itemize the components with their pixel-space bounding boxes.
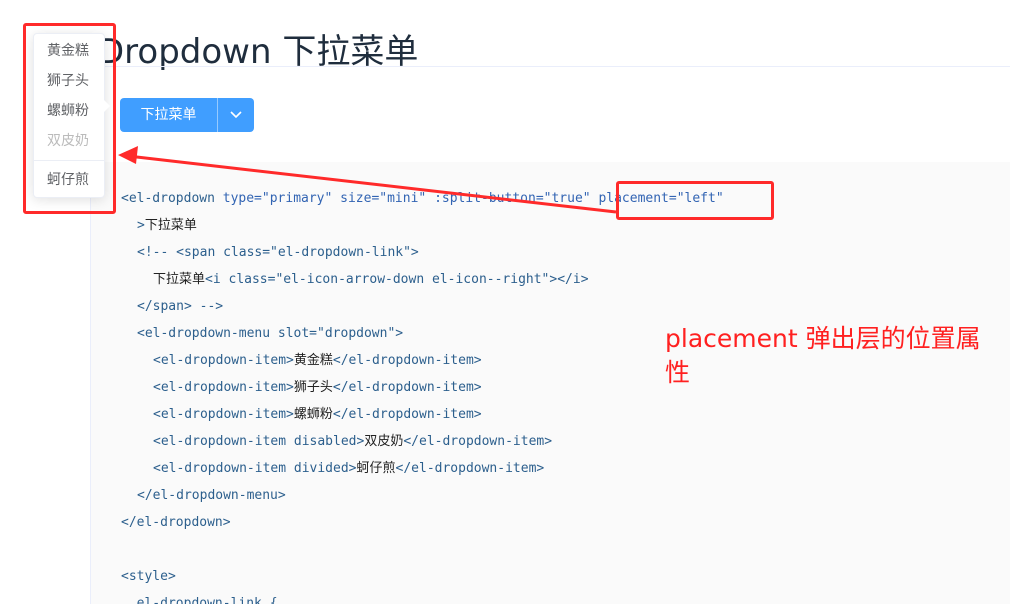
code-line: </el-dropdown-menu> [137,488,286,503]
dropdown-item-disabled: 双皮奶 [47,133,89,149]
code-line: <el-dropdown-item divided>蚵仔煎</el-dropdo… [153,461,545,476]
dropdown-caret-button[interactable] [218,98,254,132]
code-line: el-dropdown-link { [121,596,278,604]
code-line: </el-dropdown> [121,515,231,530]
dropdown-menu: 黄金糕 狮子头 螺蛳粉 双皮奶 蚵仔煎 [33,33,110,198]
dropdown-item[interactable]: 狮子头 [34,66,104,96]
code-line: <el-dropdown-item disabled>双皮奶</el-dropd… [153,434,553,449]
code-line: <el-dropdown-menu slot="dropdown"> [137,326,404,341]
code-line: <el-dropdown type="primary" size="mini" … [121,191,724,206]
dropdown-item[interactable]: 黄金糕 [34,36,104,66]
dropdown-item[interactable]: 螺蛳粉 [34,96,104,126]
code-line: >下拉菜单 [137,218,197,233]
title-divider [90,66,1010,67]
code-line: <el-dropdown-item>黄金糕</el-dropdown-item> [153,353,482,368]
code-line: 下拉菜单<i class="el-icon-arrow-down el-icon… [153,272,589,287]
chevron-down-icon [230,111,242,119]
code-line: <el-dropdown-item>狮子头</el-dropdown-item> [153,380,482,395]
dropdown-main-button[interactable]: 下拉菜单 [120,98,218,132]
code-line: <el-dropdown-item>螺蛳粉</el-dropdown-item> [153,407,482,422]
annotation-text: placement 弹出层的位置属性 [665,324,981,387]
dropdown-item[interactable]: 蚵仔煎 [34,165,104,195]
code-line: <!-- <span class="el-dropdown-link"> [137,245,419,260]
dropdown-divider [34,160,104,161]
popper-arrow [104,100,110,112]
code-line: <style> [121,569,176,584]
code-line: </span> --> [137,299,224,314]
split-button: 下拉菜单 [120,98,254,132]
